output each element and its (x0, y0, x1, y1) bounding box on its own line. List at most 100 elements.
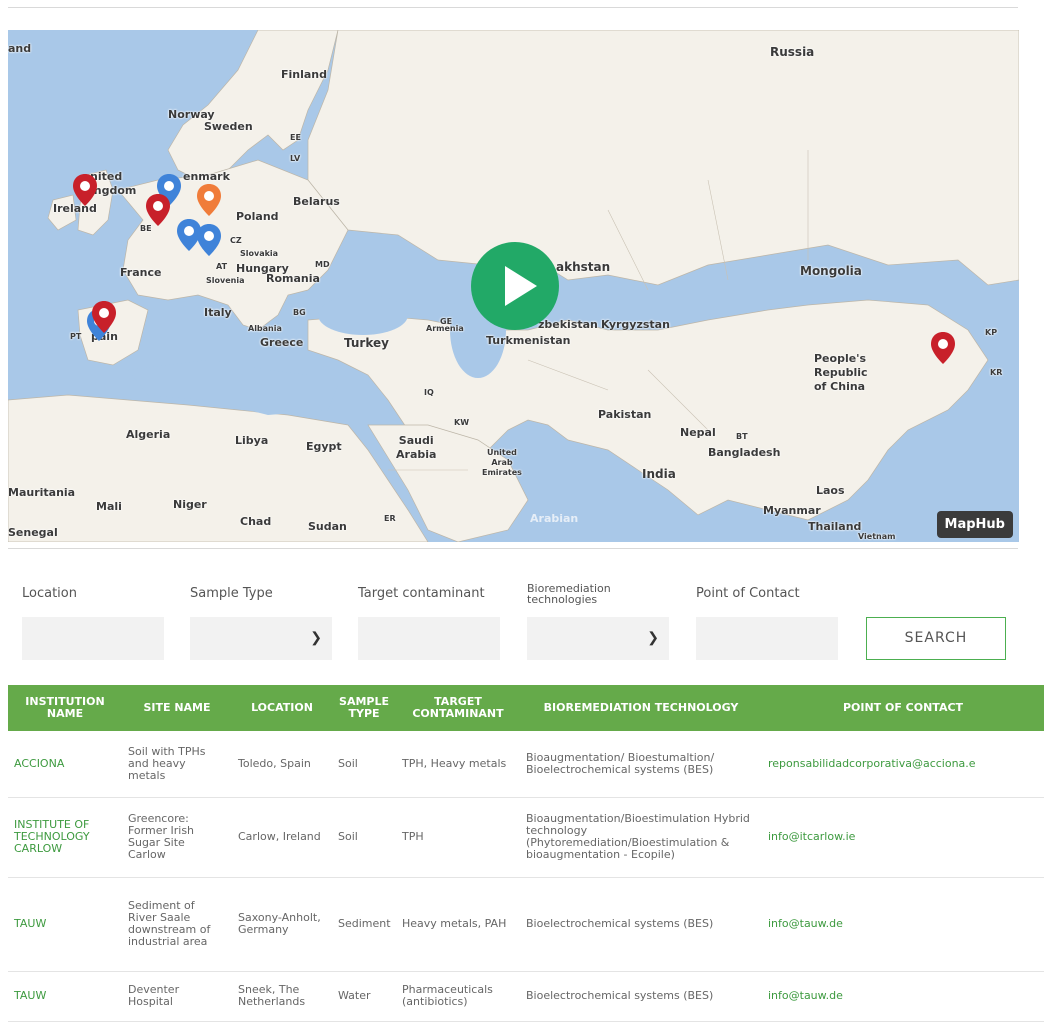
label-algeria: Algeria (126, 428, 171, 441)
cell-sample-type: Sediment (332, 877, 396, 972)
cell-contact-email[interactable]: info@tauw.de (762, 971, 1044, 1022)
label-at: AT (216, 262, 228, 271)
cell-institution[interactable]: TAUW (8, 971, 122, 1022)
label-turkmenistan: Turkmenistan (486, 334, 571, 347)
label-sweden: Sweden (204, 120, 253, 133)
label-turkey: Turkey (344, 336, 389, 350)
label-niger: Niger (173, 498, 207, 511)
header-site-name[interactable]: SITE NAME (122, 685, 232, 731)
label-arabian: Arabian (530, 512, 579, 525)
label-pakistan: Pakistan (598, 408, 652, 421)
cell-location: Saxony-Anholt, Germany (232, 877, 332, 972)
cell-institution[interactable]: TAUW (8, 877, 122, 972)
play-icon (505, 266, 537, 306)
label-libya: Libya (235, 434, 269, 447)
label-finland: Finland (281, 68, 328, 81)
map-bottom-divider (8, 548, 1018, 549)
cell-location: Sneek, The Netherlands (232, 971, 332, 1022)
map-marker-blue[interactable] (196, 223, 222, 257)
label-greece: Greece (260, 336, 304, 349)
label-pt: PT (70, 332, 82, 341)
bioremediation-select[interactable]: ❯ (527, 617, 669, 660)
label-mongolia: Mongolia (800, 264, 862, 278)
map-marker-orange[interactable] (196, 183, 222, 217)
label-saudi: Saudi Arabia (396, 434, 437, 461)
label-denmark: enmark (183, 170, 230, 183)
location-input[interactable] (22, 617, 164, 660)
cell-sample-type: Soil (332, 797, 396, 878)
cell-site-name: Soil with TPHs and heavy metals (122, 731, 232, 798)
label-er: ER (384, 514, 396, 523)
label-bangladesh: Bangladesh (708, 446, 781, 459)
label-slovakia: Slovakia (240, 249, 279, 258)
label-mauritania: Mauritania (8, 486, 76, 499)
cell-bioremediation-technology: Bioaugmentation/Bioestimulation Hybrid t… (520, 797, 762, 878)
chevron-down-icon: ❯ (647, 629, 659, 645)
cell-contact-email[interactable]: info@itcarlow.ie (762, 797, 1044, 878)
label-albania: Albania (248, 324, 282, 333)
label-ireland-left: and (8, 42, 32, 55)
label-romania: Romania (266, 272, 320, 285)
chevron-down-icon: ❯ (310, 629, 322, 645)
label-senegal: Senegal (8, 526, 58, 539)
header-institution-name[interactable]: INSTITUTION NAME (8, 685, 122, 731)
results-table: INSTITUTION NAME SITE NAME LOCATION SAMP… (8, 685, 1044, 1022)
map-marker-red[interactable] (145, 193, 171, 227)
label-egypt: Egypt (306, 440, 342, 453)
header-bioremediation-technology[interactable]: BIOREMEDIATION TECHNOLOGY (520, 685, 762, 731)
label-italy: Italy (204, 306, 232, 319)
label-armenia: Armenia (426, 324, 464, 333)
label-myanmar: Myanmar (763, 504, 821, 517)
cell-location: Toledo, Spain (232, 731, 332, 798)
cell-target-contaminant: TPH, Heavy metals (396, 731, 520, 798)
cell-sample-type: Soil (332, 731, 396, 798)
maphub-badge[interactable]: MapHub (936, 511, 1013, 538)
map-marker-red[interactable] (72, 173, 98, 207)
cell-institution[interactable]: ACCIONA (8, 731, 122, 798)
cell-bioremediation-technology: Bioaugmentation/ Bioestumaltion/ Bioelec… (520, 731, 762, 798)
point-of-contact-input[interactable] (696, 617, 838, 660)
cell-contact-email[interactable]: reponsabilidadcorporativa@acciona.e (762, 731, 1044, 798)
table-row: TAUW Sediment of River Saale downstream … (8, 877, 1044, 972)
label-md: MD (315, 260, 330, 269)
table-row: ACCIONA Soil with TPHs and heavy metals … (8, 731, 1044, 798)
label-belarus: Belarus (293, 195, 340, 208)
sample-type-select[interactable]: ❯ (190, 617, 332, 660)
label-kw: KW (454, 418, 470, 427)
map-marker-red[interactable] (930, 331, 956, 365)
label-uae: United Arab Emirates (482, 448, 522, 477)
label-chad: Chad (240, 515, 272, 528)
cell-site-name: Deventer Hospital (122, 971, 232, 1022)
table-header-row: INSTITUTION NAME SITE NAME LOCATION SAMP… (8, 685, 1044, 731)
header-point-of-contact[interactable]: POINT OF CONTACT (762, 685, 1044, 731)
search-button[interactable]: SEARCH (866, 617, 1006, 660)
cell-contact-email[interactable]: info@tauw.de (762, 877, 1044, 972)
label-nepal: Nepal (680, 426, 716, 439)
label-sudan: Sudan (308, 520, 347, 533)
label-bg: BG (293, 308, 306, 317)
cell-location: Carlow, Ireland (232, 797, 332, 878)
label-slovenia: Slovenia (206, 276, 245, 285)
label-cz: CZ (230, 236, 242, 245)
label-kp: KP (985, 328, 998, 337)
target-contaminant-label: Target contaminant (358, 586, 485, 601)
label-france: France (120, 266, 162, 279)
table-row: TAUW Deventer Hospital Sneek, The Nether… (8, 971, 1044, 1022)
label-thailand: Thailand (808, 520, 862, 533)
cell-bioremediation-technology: Bioelectrochemical systems (BES) (520, 877, 762, 972)
target-contaminant-input[interactable] (358, 617, 500, 660)
cell-institution[interactable]: INSTITUTE OF TECHNOLOGY CARLOW (8, 797, 122, 878)
header-sample-type[interactable]: SAMPLE TYPE (332, 685, 396, 731)
label-vietnam: Vietnam (858, 532, 896, 541)
header-target-contaminant[interactable]: TARGET CONTAMINANT (396, 685, 520, 731)
map-view[interactable]: and Finland Russia Norway Sweden EE LV e… (8, 30, 1019, 542)
cell-site-name: Sediment of River Saale downstream of in… (122, 877, 232, 972)
header-location[interactable]: LOCATION (232, 685, 332, 731)
label-india: India (642, 467, 676, 481)
label-laos: Laos (816, 484, 845, 497)
label-iq: IQ (424, 388, 434, 397)
label-china: People's Republic of China (814, 352, 868, 393)
play-button[interactable] (471, 242, 559, 330)
map-marker-red[interactable] (91, 300, 117, 334)
label-poland: Poland (236, 210, 279, 223)
